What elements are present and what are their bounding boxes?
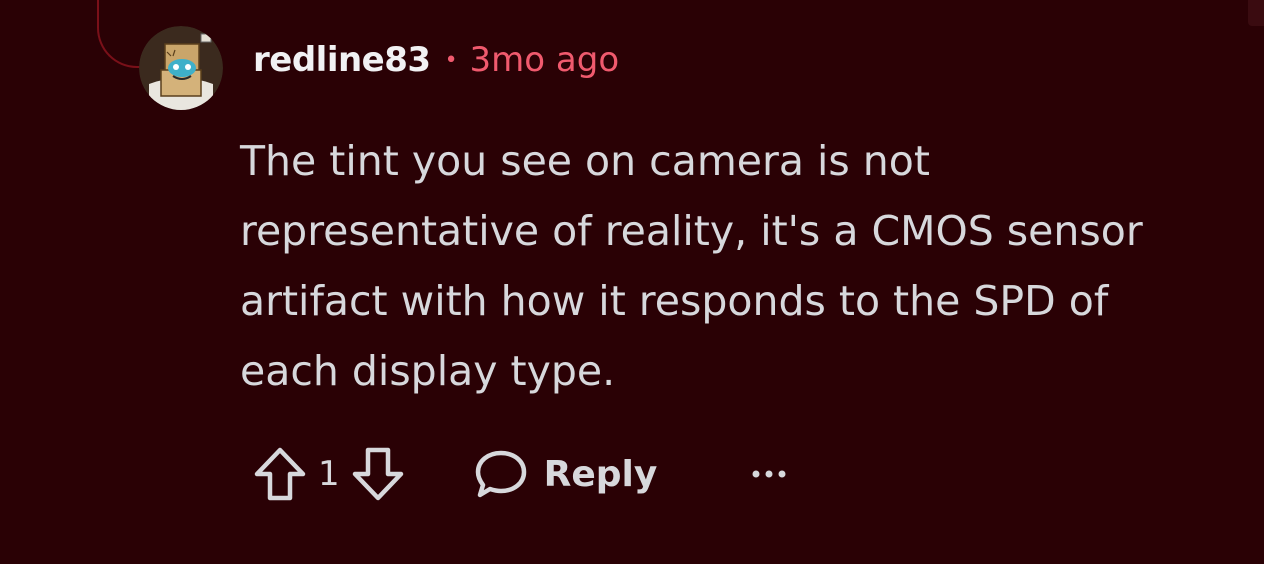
reply-label: Reply: [543, 453, 658, 495]
downvote-button[interactable]: [350, 444, 406, 504]
avatar-image: [139, 26, 223, 110]
comment-header: redline83 • 3mo ago: [253, 34, 619, 86]
speech-bubble-icon: [475, 450, 526, 498]
upvote-button[interactable]: [252, 444, 308, 504]
timestamp: 3mo ago: [469, 40, 620, 80]
scrollbar-thumb[interactable]: [1248, 0, 1264, 26]
avatar[interactable]: [139, 26, 223, 110]
arrow-down-outline-icon: [352, 447, 403, 501]
reply-button[interactable]: Reply: [474, 448, 658, 500]
vote-score: 1: [318, 454, 340, 494]
username[interactable]: redline83: [253, 40, 431, 80]
more-options-button[interactable]: [749, 454, 789, 494]
comment-body: The tint you see on camera is not repres…: [240, 137, 1143, 395]
ellipsis-icon: [752, 470, 786, 478]
arrow-up-outline-icon: [254, 447, 306, 501]
meta-separator: •: [444, 47, 458, 73]
comment-actions: 1 Reply: [252, 442, 789, 506]
